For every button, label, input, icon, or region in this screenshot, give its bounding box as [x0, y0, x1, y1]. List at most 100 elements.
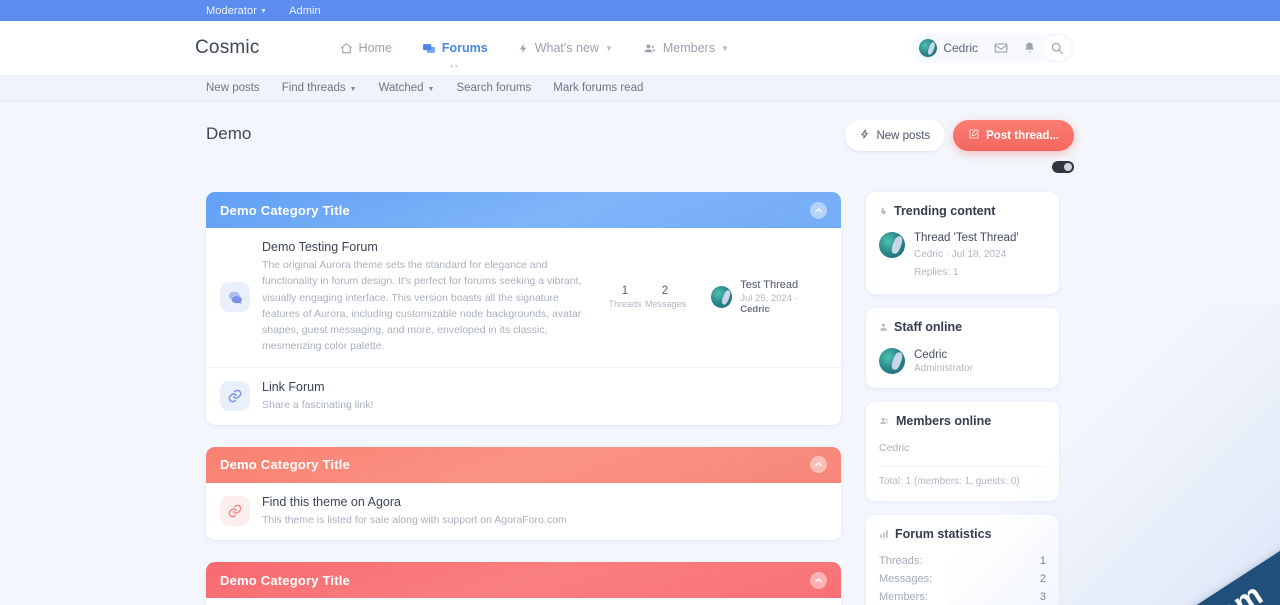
home-icon	[340, 42, 353, 55]
subnav-new-posts-label: New posts	[206, 82, 260, 94]
subnav-item-mark-forums-read[interactable]: Mark forums read	[553, 82, 643, 94]
widget-title-label: Staff online	[894, 320, 962, 334]
trending-item: Thread 'Test Thread' Cedric · Jul 18, 20…	[879, 232, 1046, 280]
staff-item: Cedric Administrator	[879, 348, 1046, 374]
last-post-date: Jul 25, 2024	[740, 293, 792, 304]
page-header: Demo New posts Post thread...	[206, 120, 1074, 192]
statistic-label: Members:	[879, 591, 928, 603]
staff-role: Administrator	[914, 363, 973, 374]
chevron-up-icon[interactable]	[810, 456, 827, 473]
forum-title[interactable]: Demo Testing Forum	[262, 240, 583, 254]
staff-item-text: Cedric Administrator	[914, 349, 973, 374]
statistic-label: Messages:	[879, 573, 932, 585]
post-thread-button[interactable]: Post thread...	[953, 120, 1074, 151]
chevron-up-icon[interactable]	[810, 572, 827, 589]
category-title: Demo Category Title	[220, 457, 350, 472]
subnav-watched-label: Watched	[379, 82, 424, 94]
users-icon	[879, 416, 890, 426]
subnav-find-threads-label: Find threads	[282, 82, 346, 94]
widget-staff-online: Staff online Cedric Administrator	[866, 308, 1059, 388]
avatar	[919, 39, 937, 57]
site-logo[interactable]: Cosmic	[195, 37, 260, 59]
new-posts-button[interactable]: New posts	[845, 120, 945, 151]
category-block: Demo Category Title Demo Testing Forum T…	[206, 192, 841, 425]
staff-name[interactable]: Cedric	[914, 349, 973, 361]
page-actions: New posts Post thread...	[845, 120, 1074, 151]
nav-whats-new-label: What's new	[535, 41, 599, 55]
topbar-item-moderator[interactable]: Moderator ▼	[206, 5, 267, 17]
user-name: Cedric	[943, 41, 978, 55]
subnav-mark-read-label: Mark forums read	[553, 82, 643, 94]
last-post-user[interactable]: Cedric	[740, 304, 770, 315]
category-body: Demo Testing Forum The original Aurora t…	[206, 228, 841, 425]
category-header[interactable]: Demo Category Title	[206, 447, 841, 483]
avatar[interactable]	[879, 232, 905, 258]
page-layout: Demo Category Title Demo Testing Forum T…	[206, 192, 1074, 605]
category-title: Demo Category Title	[220, 573, 350, 588]
last-post-title[interactable]: Test Thread	[740, 279, 827, 291]
widget-title-label: Forum statistics	[895, 527, 992, 541]
dark-mode-toggle[interactable]	[1052, 161, 1074, 173]
chevron-up-icon[interactable]	[810, 202, 827, 219]
members-total: Total: 1 (members: 1, guests: 0)	[879, 466, 1046, 487]
forum-list: Demo Category Title Demo Testing Forum T…	[206, 192, 841, 605]
topbar-item-admin[interactable]: Admin	[289, 5, 321, 17]
topbar-admin-label: Admin	[289, 5, 321, 17]
last-post: Test Thread Jul 25, 2024 · Cedric	[697, 279, 827, 315]
threads-count: 1	[605, 285, 645, 297]
subnav-item-search-forums[interactable]: Search forums	[456, 82, 531, 94]
subnav-item-find-threads[interactable]: Find threads ▼	[282, 82, 357, 94]
threads-label: Threads	[605, 299, 645, 309]
nav-forums-label: Forums	[442, 41, 488, 55]
subnav-item-watched[interactable]: Watched ▼	[379, 82, 435, 94]
fire-icon	[879, 206, 888, 217]
nav-item-whats-new[interactable]: What's new ▼	[518, 37, 613, 59]
avatar[interactable]	[879, 348, 905, 374]
member-name[interactable]: Cedric	[879, 442, 1046, 454]
nav-item-home[interactable]: Home	[340, 37, 392, 59]
user-menu[interactable]: Cedric	[919, 39, 986, 57]
category-block: Demo Category Title Articles Read and sh…	[206, 562, 841, 605]
nav-item-forums[interactable]: Forums	[422, 37, 488, 59]
forum-description: This theme is listed for sale along with…	[262, 512, 817, 528]
threads-stat: 1 Threads	[605, 285, 645, 309]
chevron-down-icon: ▼	[605, 44, 613, 53]
bell-icon[interactable]	[1016, 35, 1042, 61]
category-header[interactable]: Demo Category Title	[206, 192, 841, 228]
category-header[interactable]: Demo Category Title	[206, 562, 841, 598]
main-navigation: Home Forums What's new ▼ Members ▼	[340, 37, 729, 59]
messages-stat: 2 Messages	[645, 285, 685, 309]
avatar[interactable]	[711, 286, 732, 308]
page-actions-wrap: New posts Post thread...	[845, 120, 1074, 173]
trending-item-meta: Cedric · Jul 18, 2024	[914, 247, 1019, 262]
forum-title[interactable]: Link Forum	[262, 380, 817, 394]
topbar-moderator-label: Moderator	[206, 5, 257, 17]
members-icon	[643, 42, 657, 55]
sidebar: Trending content Thread 'Test Thread' Ce…	[866, 192, 1059, 605]
chevron-down-icon: ▼	[350, 86, 357, 93]
category-body: Articles Read and share thought-provokin…	[206, 598, 841, 605]
forum-stats: 1 Threads 2 Messages	[605, 285, 685, 309]
statistic-row: Threads: 1	[879, 555, 1046, 567]
trending-item-title[interactable]: Thread 'Test Thread'	[914, 232, 1019, 244]
subnav-item-new-posts[interactable]: New posts	[206, 82, 260, 94]
forum-title[interactable]: Find this theme on Agora	[262, 495, 817, 509]
search-icon[interactable]	[1044, 35, 1070, 61]
widget-title: Staff online	[879, 320, 1046, 334]
site-header: Cosmic Home Forums What's new ▼ Members	[0, 21, 1280, 75]
user-icon	[879, 322, 888, 332]
statistic-label: Threads:	[879, 555, 922, 567]
widget-members-online: Members online Cedric Total: 1 (members:…	[866, 402, 1059, 501]
widget-forum-statistics: Forum statistics Threads: 1 Messages: 2 …	[866, 515, 1059, 605]
subnav-search-forums-label: Search forums	[456, 82, 531, 94]
forum-row: Articles Read and share thought-provokin…	[206, 598, 841, 605]
forum-info: Demo Testing Forum The original Aurora t…	[262, 240, 593, 355]
nav-item-members[interactable]: Members ▼	[643, 37, 729, 59]
chevron-down-icon: ▼	[260, 8, 267, 15]
moderator-bar: Moderator ▼ Admin	[0, 0, 1280, 21]
envelope-icon[interactable]	[988, 35, 1014, 61]
forum-subnav: New posts Find threads ▼ Watched ▼ Searc…	[0, 75, 1280, 102]
post-thread-label: Post thread...	[986, 130, 1059, 142]
category-block: Demo Category Title Find this theme on A…	[206, 447, 841, 540]
forums-icon	[422, 42, 436, 55]
